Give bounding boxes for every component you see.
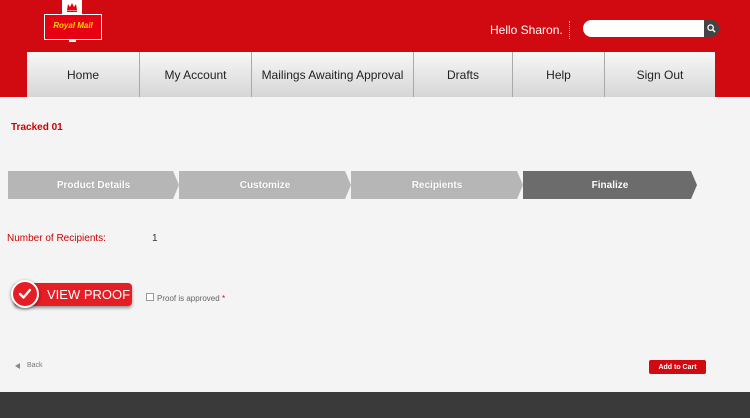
back-label: Back — [27, 362, 43, 369]
view-proof-check-badge[interactable] — [11, 280, 39, 308]
search-button[interactable] — [704, 20, 719, 37]
proof-approved-label[interactable]: Proof is approved * — [157, 294, 225, 303]
progress-steps: Product Details Customize Recipients Fin… — [8, 171, 698, 199]
checkmark-icon — [18, 288, 32, 299]
search-icon — [707, 24, 716, 33]
nav-help[interactable]: Help — [513, 52, 605, 97]
nav-drafts[interactable]: Drafts — [414, 52, 513, 97]
nav-home[interactable]: Home — [27, 52, 140, 97]
back-arrow-icon — [15, 362, 20, 369]
step-product-details[interactable]: Product Details — [8, 171, 179, 199]
nav-mailings-awaiting-approval[interactable]: Mailings Awaiting Approval — [252, 52, 414, 97]
search-input[interactable] — [583, 20, 705, 37]
logo-text: Royal Mail — [53, 21, 93, 30]
main-nav: Home My Account Mailings Awaiting Approv… — [27, 52, 715, 97]
required-mark: * — [221, 294, 226, 303]
recipients-count: 1 — [152, 233, 158, 244]
step-finalize: Finalize — [523, 171, 697, 199]
add-to-cart-button[interactable]: Add to Cart — [649, 360, 706, 374]
proof-approved-checkbox[interactable] — [146, 293, 154, 301]
header: Royal Mail Hello Sharon. Home My Account… — [0, 0, 750, 97]
step-customize[interactable]: Customize — [179, 171, 351, 199]
nav-sign-out[interactable]: Sign Out — [605, 52, 715, 97]
crown-icon — [67, 3, 77, 12]
proof-approved-text: Proof is approved — [157, 294, 220, 303]
view-proof-label[interactable]: VIEW PROOF — [47, 287, 130, 302]
logo-stem — [69, 40, 76, 42]
step-recipients[interactable]: Recipients — [351, 171, 523, 199]
greeting: Hello Sharon. — [490, 23, 563, 37]
divider — [569, 21, 570, 39]
back-link[interactable]: Back — [15, 362, 43, 369]
nav-my-account[interactable]: My Account — [140, 52, 252, 97]
recipients-label: Number of Recipients: — [7, 233, 106, 244]
page-title: Tracked 01 — [11, 122, 63, 133]
footer — [0, 392, 750, 418]
